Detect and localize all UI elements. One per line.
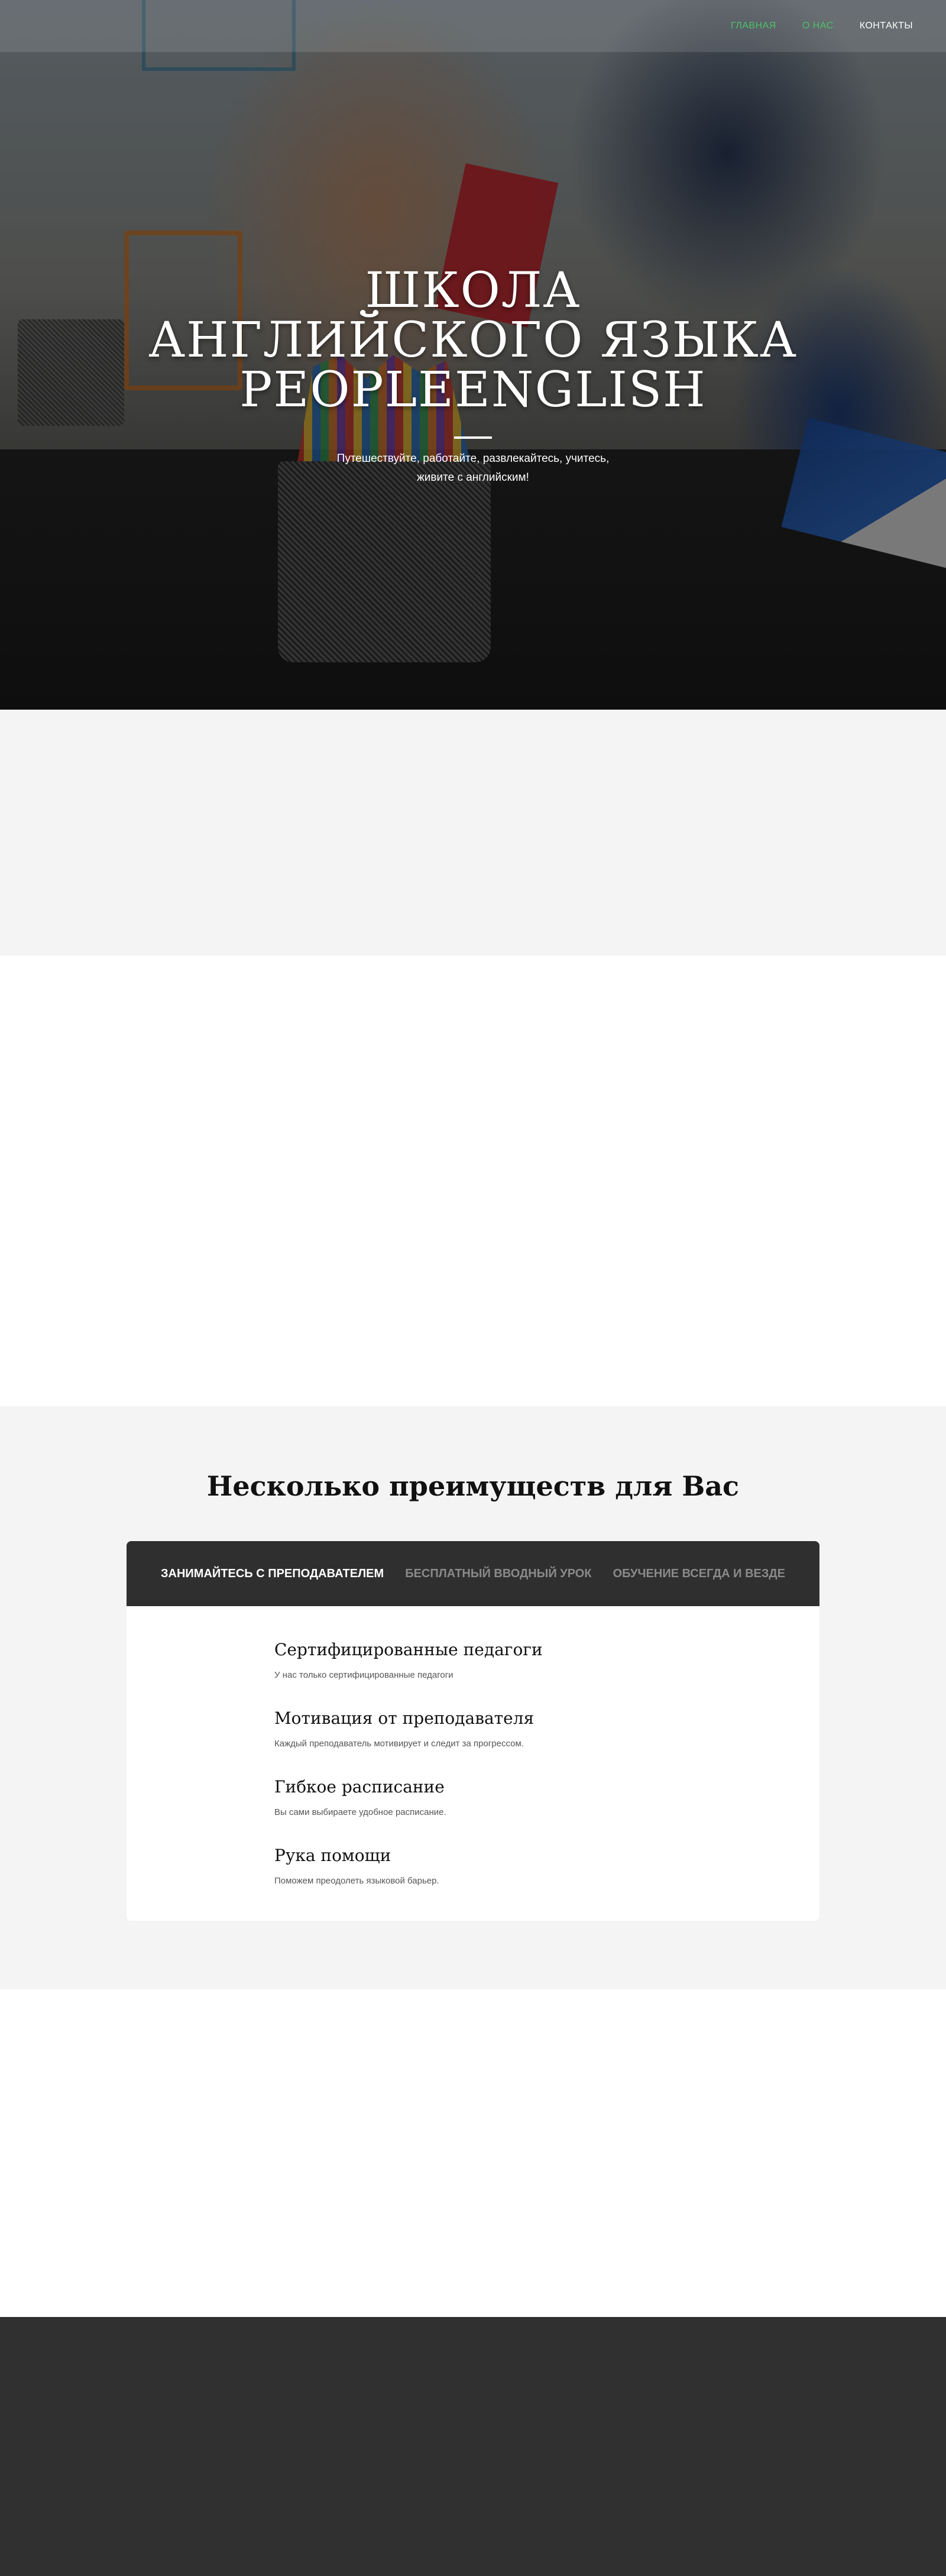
hero-content: Школа английского языка PeopleEnglish Пу… — [0, 266, 946, 487]
feature-title: Мотивация от преподавателя — [274, 1708, 534, 1728]
nav-link-home[interactable]: Главная — [731, 21, 776, 31]
benefits-title: Несколько преимуществ для Вас — [206, 1470, 740, 1502]
feature-item: Гибкое расписание Вы сами выбираете удоб… — [274, 1776, 688, 1845]
tab-panel-teacher: Сертифицированные педагоги У нас только … — [274, 1639, 688, 1914]
feature-item: Сертифицированные педагоги У нас только … — [274, 1639, 688, 1708]
nav-link-contacts[interactable]: Контакты — [860, 21, 913, 31]
tab-anywhere[interactable]: Обучение всегда и везде — [613, 1567, 785, 1581]
nav-link-about[interactable]: О нас — [802, 21, 834, 31]
hero-section: Главная О нас Контакты Школа английского… — [0, 0, 946, 710]
benefits-tabs-bar: Занимайтесь с преподавателем Бесплатный … — [127, 1541, 819, 1606]
hero-subtitle: Путешествуйте, работайте, развлекайтесь,… — [336, 452, 610, 484]
feature-item: Мотивация от преподавателя Каждый препод… — [274, 1708, 688, 1776]
feature-text: Вы сами выбираете удобное расписание. — [274, 1807, 446, 1817]
feature-text: Каждый преподаватель мотивирует и следит… — [274, 1739, 524, 1749]
feature-title: Гибкое расписание — [274, 1777, 445, 1797]
empty-section-gray — [0, 710, 946, 956]
hero-divider — [454, 436, 492, 439]
page-footer — [0, 2317, 946, 2576]
feature-title: Сертифицированные педагоги — [274, 1640, 543, 1659]
benefits-section: Несколько преимуществ для Вас Занимайтес… — [0, 1406, 946, 1989]
tab-free-lesson[interactable]: Бесплатный вводный урок — [405, 1567, 591, 1581]
feature-text: Поможем преодолеть языковой барьер. — [274, 1876, 439, 1886]
hero-title: Школа английского языка PeopleEnglish — [148, 263, 798, 418]
empty-section-white — [0, 956, 946, 1406]
benefits-tabs-card: Занимайтесь с преподавателем Бесплатный … — [127, 1541, 819, 1921]
empty-section-white-2 — [0, 1989, 946, 2317]
feature-title: Рука помощи — [274, 1846, 391, 1865]
feature-text: У нас только сертифицированные педагоги — [274, 1670, 453, 1680]
top-navbar: Главная О нас Контакты — [0, 0, 946, 52]
tab-teacher[interactable]: Занимайтесь с преподавателем — [161, 1567, 384, 1581]
feature-item: Рука помощи Поможем преодолеть языковой … — [274, 1845, 688, 1914]
